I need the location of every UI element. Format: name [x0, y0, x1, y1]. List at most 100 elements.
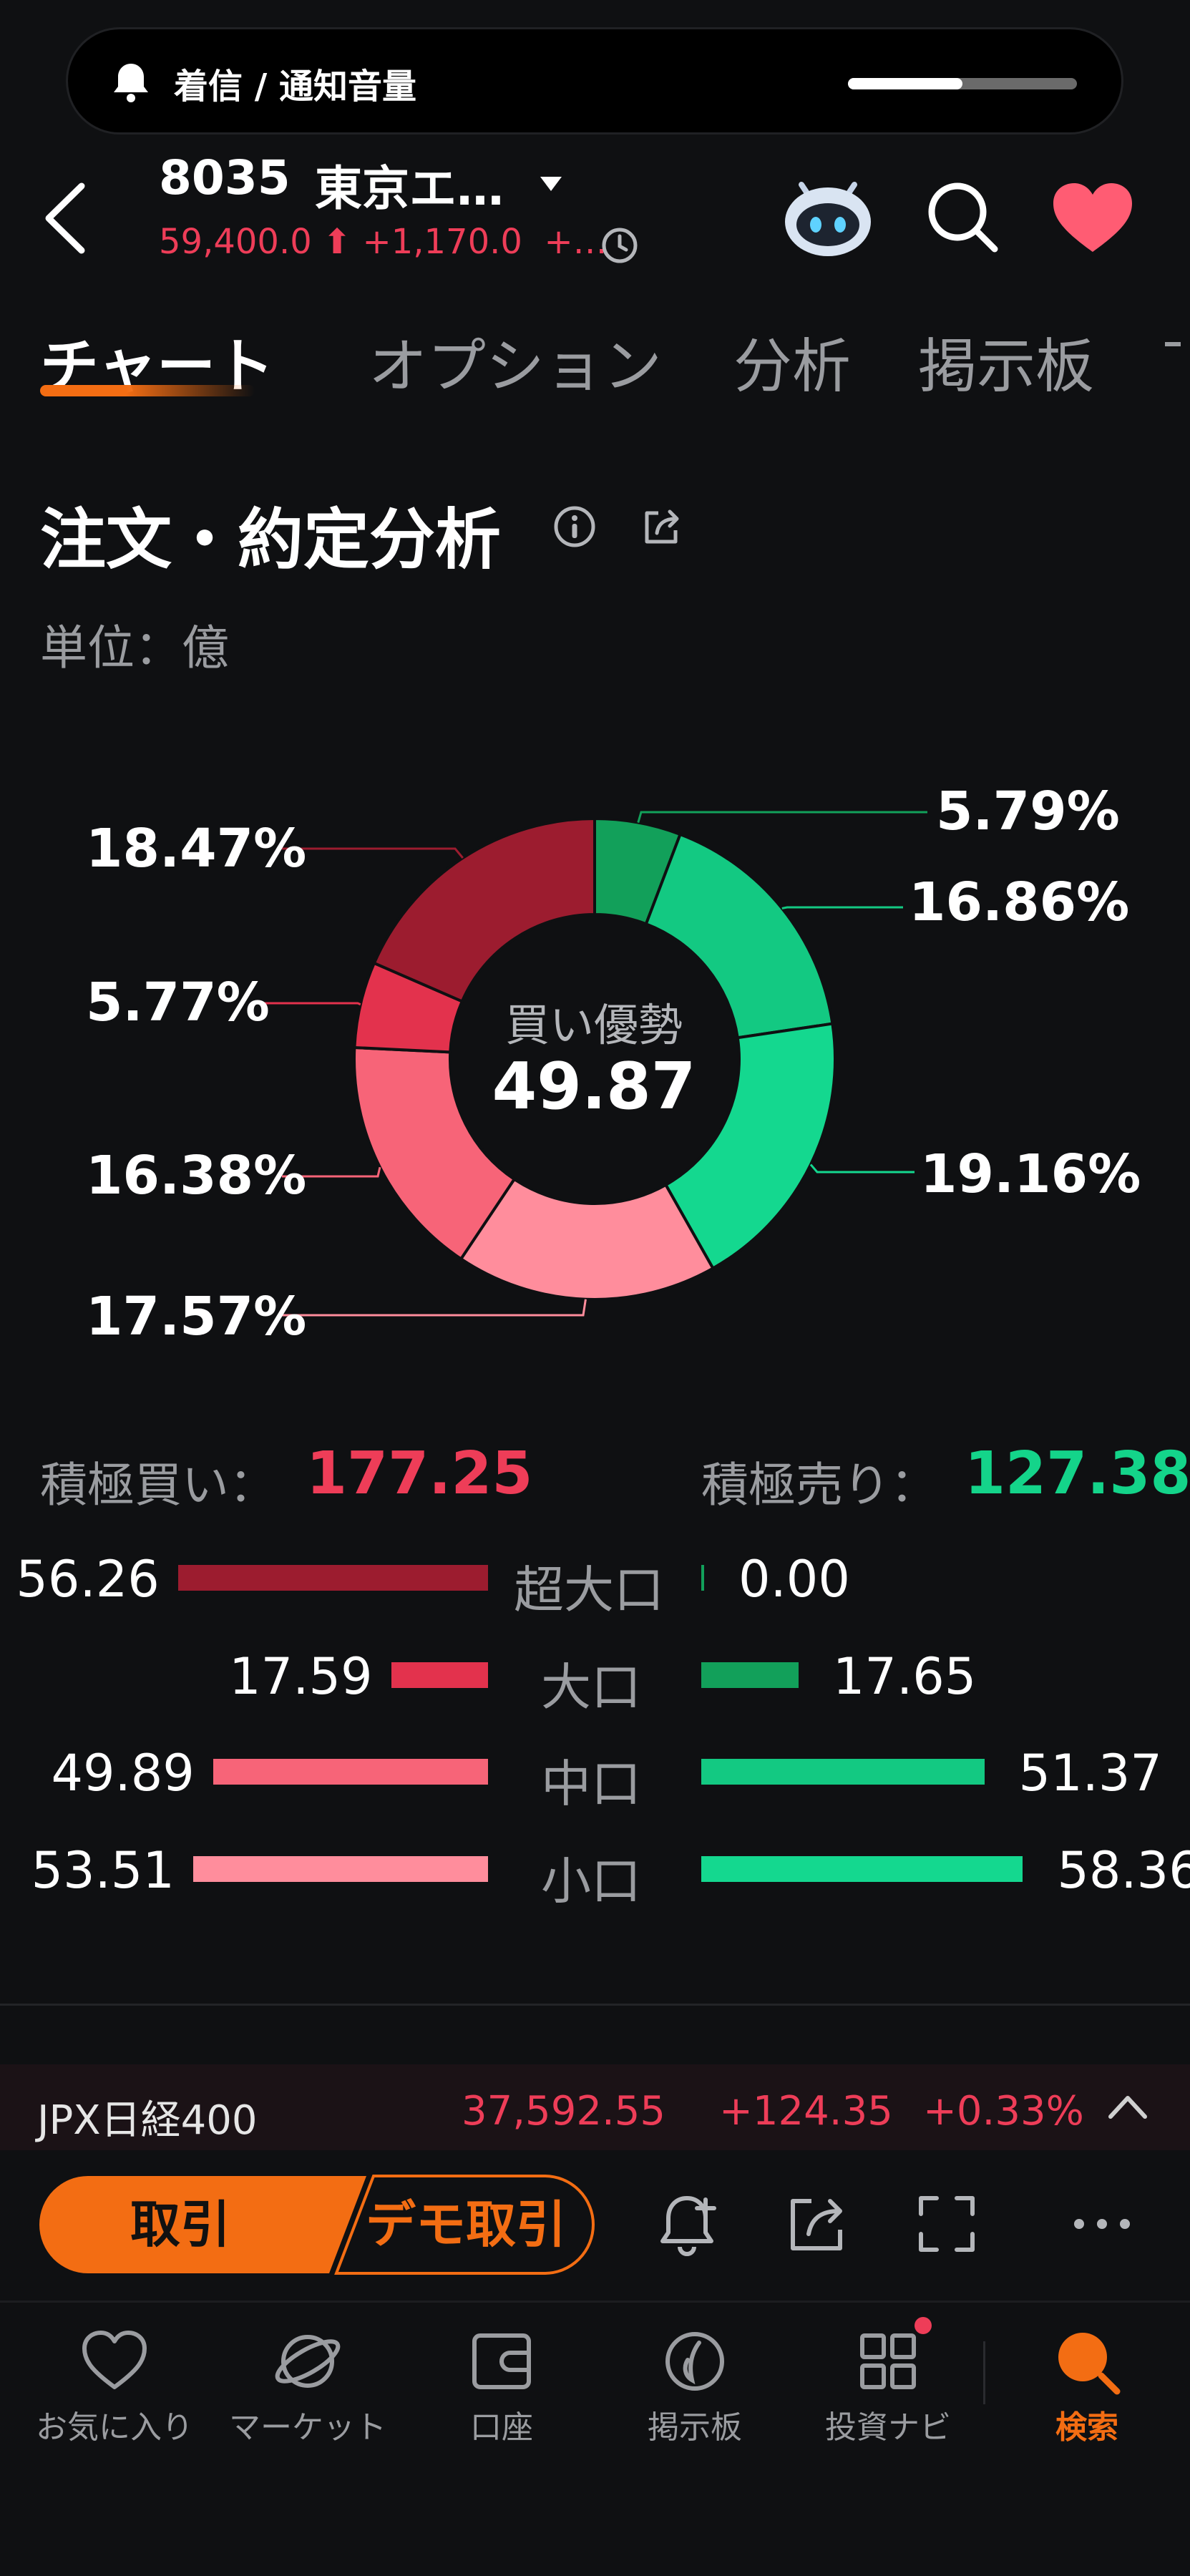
- share-icon[interactable]: [640, 504, 684, 549]
- favorite-heart-icon[interactable]: [1050, 180, 1135, 255]
- bell-icon: [114, 64, 148, 102]
- grid-icon: [860, 2333, 916, 2389]
- volume-slider-fill: [848, 78, 962, 89]
- nav-item-favorites[interactable]: お気に入り: [32, 2326, 197, 2462]
- price-change: +1,170.0: [362, 222, 522, 262]
- demo-trade-button[interactable]: デモ取引: [336, 2174, 595, 2275]
- unit-label: 単位：億: [40, 620, 229, 675]
- index-change: +124.35: [719, 2088, 893, 2135]
- price-change-pct: +…: [544, 222, 608, 262]
- planet-icon: [275, 2335, 341, 2388]
- board-icon: [665, 2332, 724, 2391]
- section-title: 注文・約定分析: [40, 502, 502, 578]
- sell-total-label: 積極売り：: [701, 1458, 937, 1513]
- bell-plus-icon[interactable]: [651, 2188, 723, 2260]
- row-buy-value: 49.89: [51, 1744, 195, 1802]
- index-change-pct: +0.33%: [923, 2088, 1084, 2135]
- row-buy-value: 17.59: [229, 1647, 373, 1706]
- slice-leader-line-2: [781, 906, 903, 909]
- chevron-up-icon[interactable]: [1106, 2088, 1149, 2124]
- notification-text: 着信 / 通知音量: [174, 67, 416, 107]
- nav-label: 投資ナビ: [825, 2409, 951, 2446]
- price-value: 59,400.0: [159, 222, 312, 262]
- ticker-code[interactable]: 8035: [159, 150, 291, 205]
- nav-label: 口座: [470, 2409, 533, 2446]
- row-sell-value: 58.36: [1057, 1841, 1190, 1900]
- arrow-up-icon: ⬆: [311, 222, 363, 262]
- slice-label-6: 5.77%: [86, 972, 270, 1033]
- donut-center-value: 49.87: [492, 1049, 696, 1124]
- tab-active-indicator: [40, 385, 255, 396]
- caret-down-icon[interactable]: [538, 173, 564, 195]
- nav-label: マーケット: [229, 2409, 386, 2446]
- row-sell-bar: [701, 1759, 985, 1785]
- row-sell-value: 0.00: [738, 1550, 850, 1609]
- nav-separator: [983, 2341, 985, 2404]
- index-name: JPX日経400: [37, 2097, 258, 2144]
- row-sell-bar: [701, 1662, 799, 1688]
- slice-label-5: 16.38%: [86, 1145, 307, 1206]
- row-buy-value: 53.51: [31, 1841, 175, 1900]
- row-label: 中口: [541, 1755, 641, 1813]
- trade-button[interactable]: 取引: [37, 2174, 323, 2275]
- heart-icon: [82, 2331, 147, 2389]
- row-sell-bar: [701, 1856, 1023, 1882]
- slice-label-2: 16.86%: [909, 872, 1130, 933]
- slice-leader-line-4: [281, 1299, 587, 1317]
- wallet-icon: [472, 2333, 531, 2389]
- sell-total-value: 127.38: [965, 1440, 1190, 1508]
- info-icon[interactable]: [552, 504, 597, 549]
- donut-center-label: 買い優勢: [504, 999, 683, 1051]
- donut-slice-7: [372, 816, 596, 1004]
- slice-leader-line-6: [259, 1002, 361, 1006]
- ticker-name[interactable]: 東京エ…: [315, 150, 504, 219]
- index-value: 37,592.55: [462, 2088, 666, 2135]
- tab-options[interactable]: オプション: [369, 318, 662, 404]
- row-label: 大口: [541, 1658, 641, 1717]
- notification-dot: [915, 2317, 932, 2334]
- slice-leader-line-3: [809, 1163, 915, 1174]
- buy-total-value: 177.25: [306, 1440, 533, 1508]
- nav-item-market[interactable]: マーケット: [225, 2326, 390, 2462]
- nav-label: お気に入り: [36, 2409, 193, 2446]
- nav-label: 検索: [1055, 2409, 1118, 2446]
- slice-label-4: 17.57%: [86, 1286, 307, 1347]
- search-icon: [1058, 2333, 1121, 2395]
- tab-analysis[interactable]: 分析: [733, 318, 851, 404]
- row-buy-value: 56.26: [16, 1550, 160, 1609]
- row-sell-value: 51.37: [1018, 1744, 1162, 1802]
- bottom-nav-divider: [0, 2301, 1190, 2303]
- buy-total-label: 積極買い：: [40, 1458, 276, 1513]
- row-buy-bar: [391, 1662, 488, 1688]
- slice-label-3: 19.16%: [920, 1143, 1141, 1205]
- row-buy-bar: [177, 1565, 488, 1591]
- row-label: 超大口: [514, 1561, 664, 1619]
- fullscreen-icon[interactable]: [911, 2188, 982, 2260]
- row-sell-value: 17.65: [832, 1647, 977, 1706]
- row-label: 小口: [541, 1852, 641, 1911]
- price-line: 59,400.0 ⬆ +1,170.0 +…: [159, 222, 608, 262]
- tab-board[interactable]: 掲示板: [918, 318, 1094, 404]
- nav-label: 掲示板: [648, 2409, 742, 2446]
- row-sell-bar: [701, 1565, 704, 1591]
- volume-notification: 着信 / 通知音量: [66, 27, 1123, 135]
- nav-item-account[interactable]: 口座: [419, 2326, 584, 2462]
- back-icon[interactable]: [40, 179, 90, 258]
- robot-assistant-icon[interactable]: [780, 172, 876, 259]
- row-buy-bar: [213, 1759, 488, 1785]
- search-icon[interactable]: [925, 179, 1000, 255]
- slice-label-7: 18.47%: [86, 818, 307, 879]
- slice-leader-line-7: [282, 847, 464, 859]
- slice-label-1: 5.79%: [936, 781, 1120, 842]
- volume-slider[interactable]: [848, 78, 1077, 89]
- nav-item-invest-navi[interactable]: 投資ナビ: [806, 2326, 970, 2462]
- nav-item-board[interactable]: 掲示板: [613, 2326, 777, 2462]
- tab-overflow-hint: [1165, 342, 1181, 346]
- more-icon[interactable]: [1066, 2188, 1138, 2260]
- row-buy-bar: [192, 1856, 488, 1882]
- clock-icon[interactable]: [600, 225, 640, 265]
- section-divider: [0, 2004, 1190, 2006]
- nav-item-search[interactable]: 検索: [1005, 2326, 1169, 2462]
- slice-leader-line-1: [637, 811, 927, 823]
- share-icon[interactable]: [781, 2188, 853, 2260]
